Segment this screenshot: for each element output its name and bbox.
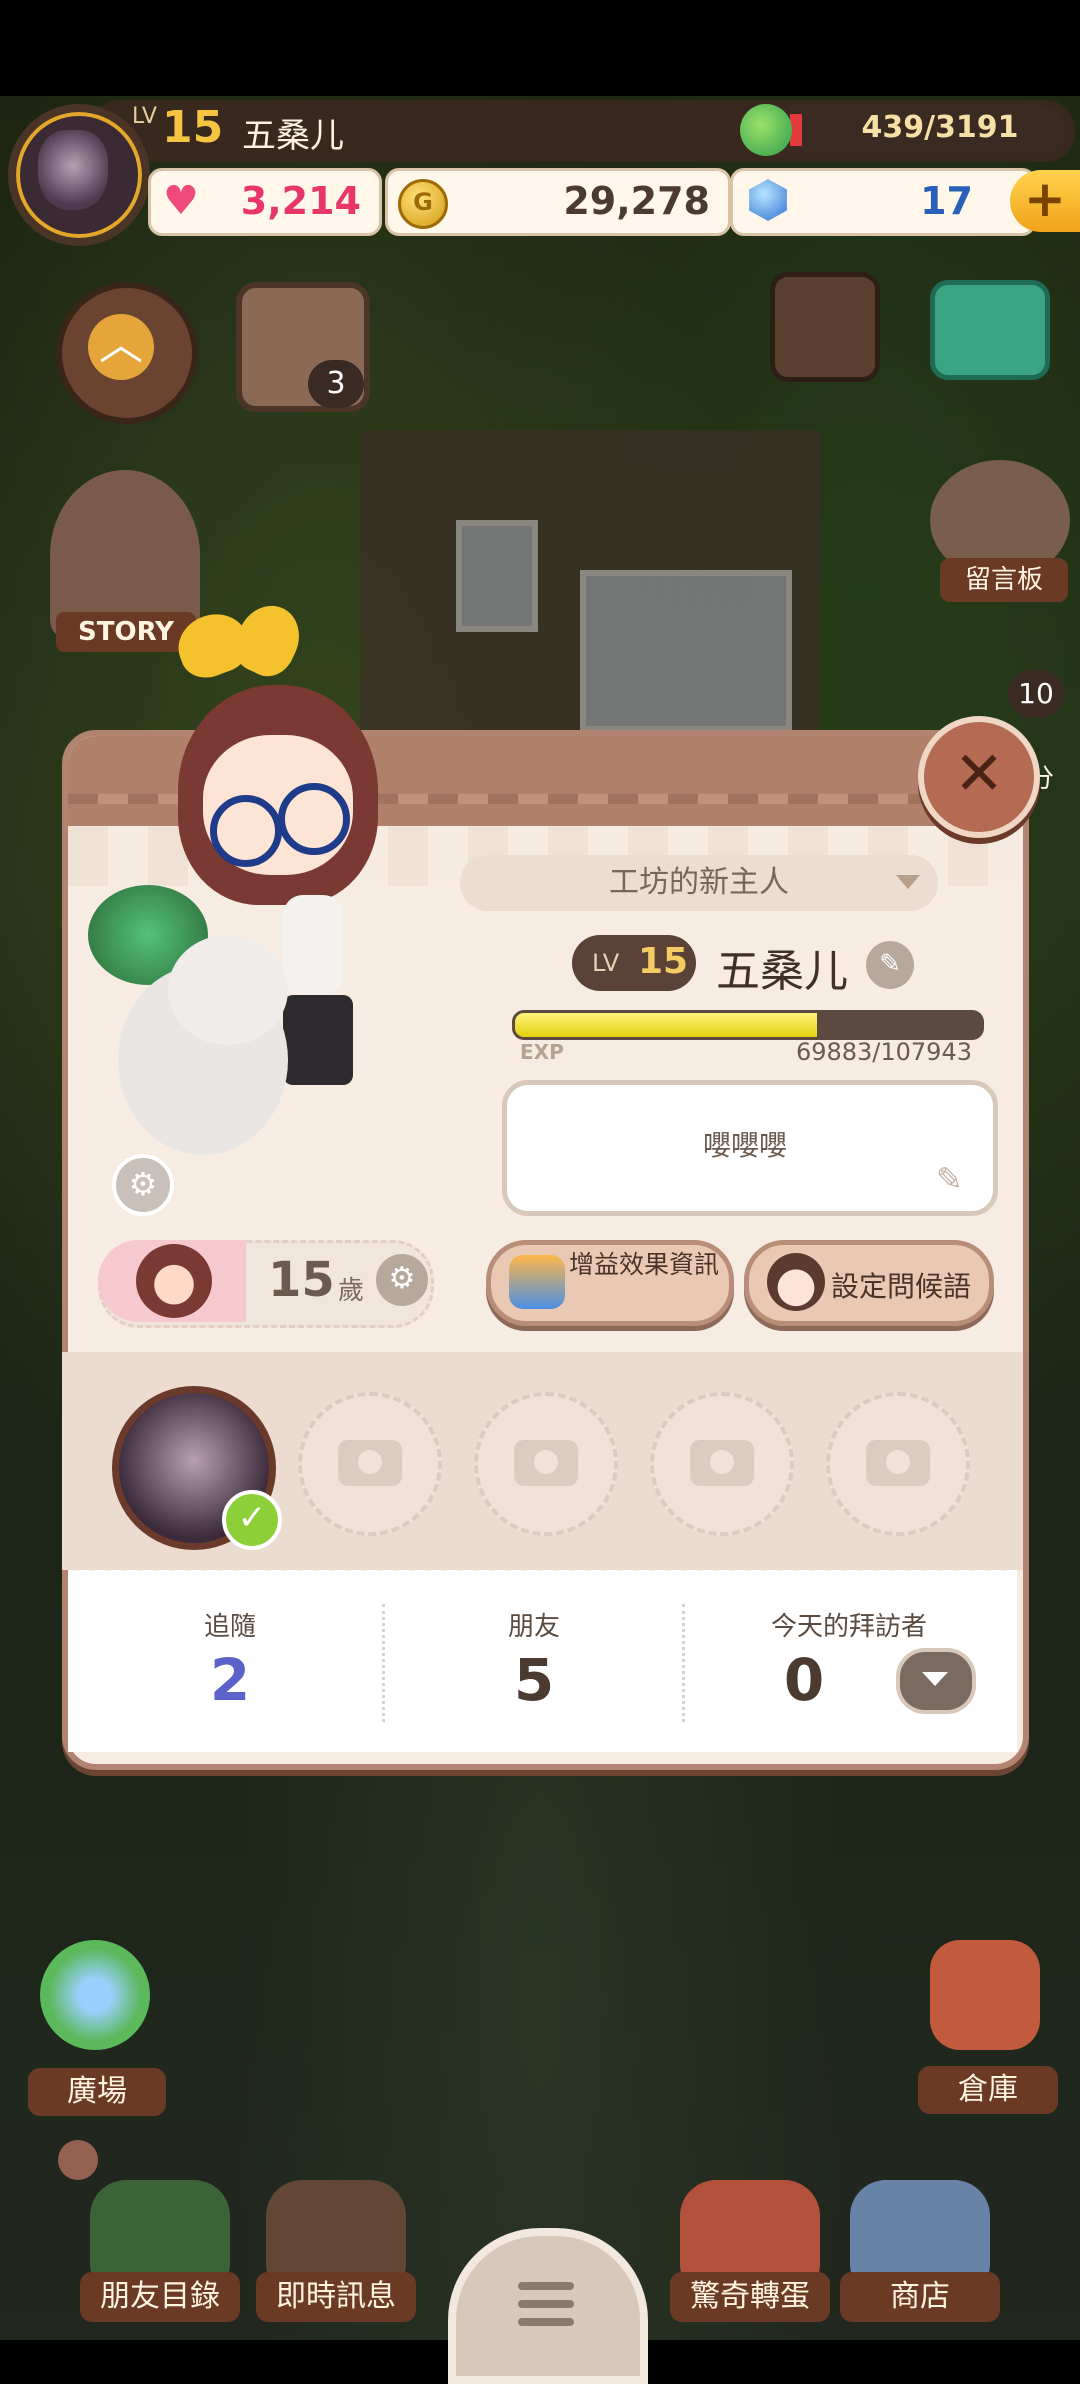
age-unit: 歲 <box>338 1276 365 1306</box>
message-board-label: 留言板 <box>940 558 1068 602</box>
camera-icon <box>690 1440 754 1486</box>
level-up-button[interactable]: ︿ <box>56 282 198 424</box>
camera-icon <box>514 1440 578 1486</box>
storage-box-icon[interactable] <box>930 280 1050 380</box>
hud-level-tag: LV <box>132 104 157 129</box>
visitors-label: 今天的拜訪者 <box>770 1612 927 1642</box>
notification-badge: 10 <box>1008 670 1064 718</box>
chevron-down-icon <box>922 1672 948 1686</box>
plaza-icon <box>40 1940 150 2050</box>
alert-marker <box>58 2140 98 2180</box>
gems-counter[interactable]: 17 <box>730 168 1036 236</box>
hud-player-name: 五桑儿 <box>242 116 344 156</box>
plaza-label: 廣場 <box>28 2068 166 2116</box>
title-select[interactable]: 工坊的新主人 <box>460 855 938 911</box>
stats-scallop-edge <box>68 1562 1017 1576</box>
photo-slot-camera[interactable] <box>826 1392 970 1536</box>
nav-shop[interactable]: 商店 <box>840 2180 1000 2330</box>
title-text: 工坊的新主人 <box>609 865 789 900</box>
pencil-icon[interactable]: ✎ <box>936 1160 963 1198</box>
visitors-value: 0 <box>783 1646 825 1714</box>
exp-value: 69883/107943 <box>795 1038 972 1066</box>
profile-level-number: 15 <box>638 941 689 982</box>
buff-icon <box>509 1255 565 1309</box>
energy-value: 439/3191 <box>861 110 1019 145</box>
nav-gacha[interactable]: 驚奇轉蛋 <box>670 2180 830 2330</box>
gear-icon[interactable]: ⚙ <box>376 1254 428 1306</box>
greeting-text: 嚶嚶嚶 <box>702 1129 787 1162</box>
heart-icon: ♥ <box>163 178 199 224</box>
nav-instant-message[interactable]: 即時訊息 <box>256 2180 416 2330</box>
greeting-face-icon <box>767 1253 825 1311</box>
hearts-value: 3,214 <box>240 179 361 223</box>
close-icon[interactable]: ✕ <box>918 716 1040 838</box>
set-greeting-label: 設定問候語 <box>831 1270 972 1303</box>
buff-info-label: 增益效果資訊 <box>569 1250 720 1279</box>
buff-info-button[interactable]: 增益效果資訊 <box>486 1240 734 1326</box>
player-avatar[interactable] <box>8 104 150 246</box>
coins-counter[interactable]: G 29,278 <box>385 168 731 236</box>
chevron-up-icon: ︿ <box>88 314 154 380</box>
menu-icon[interactable] <box>448 2228 648 2384</box>
photo-slot-camera[interactable] <box>474 1392 618 1536</box>
photo-slot-camera[interactable] <box>298 1392 442 1536</box>
chevron-down-icon <box>896 875 920 889</box>
follow-label: 追隨 <box>203 1612 256 1642</box>
friends-value[interactable]: 5 <box>414 1646 654 1714</box>
exp-label: EXP <box>520 1040 564 1064</box>
coin-icon: G <box>398 179 448 229</box>
nav-gacha-label: 驚奇轉蛋 <box>670 2272 830 2322</box>
pencil-icon[interactable]: ✎ <box>866 941 914 989</box>
character-avatar[interactable] <box>88 595 488 1215</box>
storage-button[interactable]: 倉庫 <box>900 1940 1070 2120</box>
age-number: 15 <box>268 1252 335 1308</box>
nav-friends-list[interactable]: 朋友目錄 <box>80 2180 240 2330</box>
friends-label: 朋友 <box>507 1612 560 1642</box>
camera-icon <box>338 1440 402 1486</box>
photo-slot-camera[interactable] <box>650 1392 794 1536</box>
leaf-icon <box>740 104 792 156</box>
follow-value[interactable]: 2 <box>110 1646 350 1714</box>
exp-bar-fill <box>515 1013 817 1037</box>
camera-icon <box>866 1440 930 1486</box>
check-icon: ✓ <box>222 1490 282 1550</box>
set-greeting-button[interactable]: 設定問候語 <box>744 1240 994 1326</box>
decor-box-icon[interactable] <box>770 272 880 382</box>
gem-icon <box>749 179 787 221</box>
profile-name: 五桑儿 <box>716 946 848 997</box>
plaza-button[interactable]: 廣場 <box>10 1940 180 2120</box>
profile-level-badge: LV 15 <box>572 935 696 991</box>
exp-bar <box>512 1010 984 1040</box>
plus-icon[interactable]: + <box>1010 170 1080 232</box>
stat-divider <box>682 1604 685 1722</box>
nav-friends-list-label: 朋友目錄 <box>80 2272 240 2322</box>
storage-icon <box>930 1940 1040 2050</box>
coins-value: 29,278 <box>563 179 710 223</box>
hud-level-number: 15 <box>162 102 224 153</box>
visitors-dropdown[interactable] <box>896 1648 976 1714</box>
hearts-counter[interactable]: ♥ 3,214 <box>148 168 382 236</box>
character-face-icon <box>136 1244 212 1318</box>
nav-shop-label: 商店 <box>840 2272 1000 2322</box>
calendar-badge: 3 <box>308 360 364 408</box>
gear-icon[interactable]: ⚙ <box>112 1154 174 1216</box>
gems-value: 17 <box>920 179 973 223</box>
stat-divider <box>382 1604 385 1722</box>
storage-label: 倉庫 <box>918 2066 1058 2114</box>
nav-instant-message-label: 即時訊息 <box>256 2272 416 2322</box>
profile-level-tag: LV <box>592 949 620 977</box>
